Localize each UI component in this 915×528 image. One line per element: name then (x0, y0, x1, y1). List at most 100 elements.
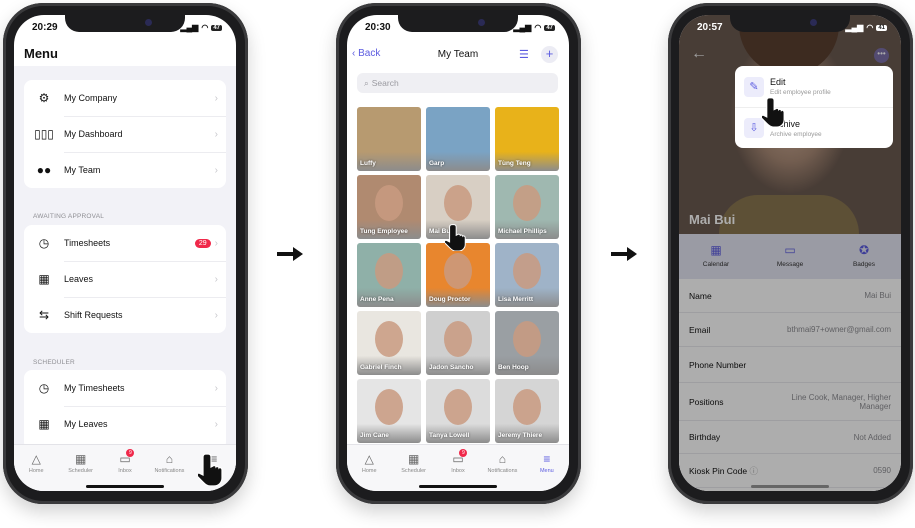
tab-label: Inbox (118, 468, 132, 474)
home-indicator (419, 485, 497, 488)
tab-label: Inbox (451, 468, 465, 474)
add-member-button[interactable]: + (541, 46, 558, 63)
inbox-badge: 9 (126, 449, 135, 457)
status-icons: ▂▄▆ ◠ 47 (180, 23, 222, 32)
menu-item-my-timesheets[interactable]: ◷ My Timesheets › (24, 370, 226, 406)
gear-icon: ⚙ (38, 91, 50, 105)
member-name: Michael Phillips (498, 228, 547, 235)
member-photo (375, 389, 403, 425)
team-screen: 20:30 ▂▄▆ ◠ 47 ‹ Back My Team ☰ + ⌕ Search … (347, 15, 569, 491)
clock-icon: ◷ (38, 381, 50, 395)
menu-item-my-team[interactable]: ●● My Team › (24, 152, 226, 188)
tab-home[interactable]: △ Home (14, 445, 58, 491)
team-member-card[interactable]: Ben Hoop (495, 311, 559, 375)
status-time: 20:57 (697, 22, 723, 33)
team-member-card[interactable]: Luffy (357, 107, 421, 171)
team-member-card[interactable]: Tùng Teng (495, 107, 559, 171)
team-member-card[interactable]: Tung Employee (357, 175, 421, 239)
menu-item-my-company[interactable]: ⚙ My Company › (24, 80, 226, 116)
calendar-leave-icon: ▦ (38, 272, 50, 286)
member-photo (444, 321, 472, 357)
home-indicator (86, 485, 164, 488)
member-name: Tùng Teng (498, 160, 531, 167)
member-name: Jim Cane (360, 432, 389, 439)
member-photo (375, 253, 403, 289)
inbox-badge: 9 (459, 449, 468, 457)
team-member-card[interactable]: Doug Proctor (426, 243, 490, 307)
member-name: Jadon Sancho (429, 364, 474, 371)
team-member-card[interactable]: Jeremy Thiere (495, 379, 559, 443)
battery: 47 (544, 24, 555, 31)
team-member-card[interactable]: Michael Phillips (495, 175, 559, 239)
member-name: Luffy (360, 160, 376, 167)
menu-item-label: My Timesheets (64, 383, 125, 393)
member-name: Tanya Lowell (429, 432, 470, 439)
profile-screen: 20:57 ▂▄▆ ◠ 41 ← ••• Mai Bui ▦ Calendar ▭ Mes… (679, 15, 901, 491)
chevron-right-icon: › (214, 164, 218, 176)
status-icons: ▂▄▆ ◠ 47 (513, 23, 555, 32)
menu-icon: ≡ (543, 452, 551, 466)
search-icon: ⌕ (364, 77, 369, 88)
member-name: Lisa Merritt (498, 296, 534, 303)
edit-icon: ✎ (744, 76, 764, 97)
battery: 47 (211, 24, 222, 31)
team-member-card[interactable]: Garp (426, 107, 490, 171)
phone-menu: 20:29 ▂▄▆ ◠ 47 Menu ⚙ My Company › ▯▯▯ My Dash… (3, 3, 248, 504)
menu-card-main: ⚙ My Company › ▯▯▯ My Dashboard › ●● My Team › (24, 80, 226, 188)
menu-item-my-leaves[interactable]: ▦ My Leaves › (24, 406, 226, 442)
menu-item-my-dashboard[interactable]: ▯▯▯ My Dashboard › (24, 116, 226, 152)
notch (398, 15, 518, 32)
team-member-card[interactable]: Gabriel Finch (357, 311, 421, 375)
status-time: 20:29 (32, 22, 58, 33)
search-placeholder: Search (371, 78, 399, 88)
menu-item-leaves[interactable]: ▦ Leaves › (24, 261, 226, 297)
calendar-icon: ▦ (407, 452, 420, 466)
member-name: Ben Hoop (498, 364, 529, 371)
member-photo (444, 253, 472, 289)
pointer-hand-icon (445, 224, 466, 251)
phone-employee-profile: 20:57 ▂▄▆ ◠ 41 ← ••• Mai Bui ▦ Calendar ▭ Mes… (668, 3, 913, 504)
member-name: Doug Proctor (429, 296, 471, 303)
menu-item-shift-requests[interactable]: ⇆ Shift Requests › (24, 297, 226, 333)
member-photo (375, 185, 403, 221)
menu-item-timesheets[interactable]: ◷ Timesheets 29 › (24, 225, 226, 261)
filter-icon[interactable]: ☰ (519, 48, 529, 61)
page-title: Menu (24, 46, 58, 61)
member-photo (375, 321, 403, 357)
clock-check-icon: ◷ (38, 236, 50, 250)
tab-label: Home (28, 468, 44, 474)
tab-label: Home (361, 468, 377, 474)
archive-icon: ⇩ (744, 118, 764, 138)
tab-label: Notifications (154, 468, 185, 474)
tab-label: Menu (539, 468, 554, 474)
battery: 41 (876, 24, 887, 31)
home-indicator (751, 485, 829, 488)
member-photo (444, 185, 472, 221)
options-menu: ✎ Edit Edit employee profile ⇩ Archive Archiv… (735, 66, 893, 148)
section-awaiting-approval: AWAITING APPROVAL (33, 213, 105, 220)
team-member-card[interactable]: Jim Cane (357, 379, 421, 443)
tab-menu[interactable]: ≡ Menu (525, 445, 569, 491)
team-member-card[interactable]: Jadon Sancho (426, 311, 490, 375)
arrow-right-icon (277, 247, 303, 261)
chevron-right-icon: › (214, 237, 218, 249)
menu-option-edit[interactable]: ✎ Edit Edit employee profile (735, 66, 893, 107)
chevron-right-icon: › (214, 309, 218, 321)
menu-card-scheduler: ◷ My Timesheets › ▦ My Leaves › (24, 370, 226, 450)
member-name: Anne Pena (360, 296, 394, 303)
member-name: Gabriel Finch (360, 364, 402, 371)
option-subtitle: Archive employee (770, 130, 822, 138)
menu-option-archive[interactable]: ⇩ Archive Archive employee (735, 107, 893, 148)
chevron-right-icon: › (214, 273, 218, 285)
team-member-card[interactable]: Lisa Merritt (495, 243, 559, 307)
chevron-right-icon: › (214, 128, 218, 140)
status-icons: ▂▄▆ ◠ 41 (845, 23, 887, 32)
chevron-right-icon: › (214, 92, 218, 104)
search-input[interactable]: ⌕ Search (357, 73, 558, 93)
tab-home[interactable]: △ Home (347, 445, 391, 491)
member-name: Garp (429, 160, 445, 167)
team-member-card[interactable]: Anne Pena (357, 243, 421, 307)
member-photo (513, 321, 541, 357)
tab-label: Scheduler (401, 468, 426, 474)
team-member-card[interactable]: Tanya Lowell (426, 379, 490, 443)
